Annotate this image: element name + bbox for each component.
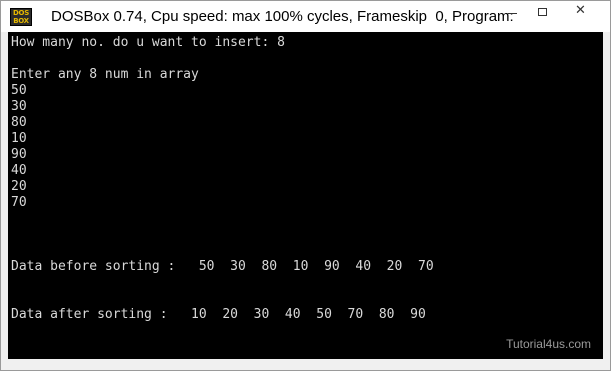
title-bar[interactable]: DOS BOX DOSBox 0.74, Cpu speed: max 100%…: [1, 1, 610, 32]
console-line-before-sorting: Data before sorting : 50 30 80 10 90 40 …: [11, 259, 434, 274]
console-line-after-sorting: Data after sorting : 10 20 30 40 50 70 8…: [11, 307, 426, 322]
maximize-button[interactable]: [528, 1, 558, 22]
window-title: DOSBox 0.74, Cpu speed: max 100% cycles,…: [51, 8, 514, 25]
dosbox-app-icon[interactable]: DOS BOX: [10, 8, 32, 26]
app-icon-top-text: DOS: [13, 9, 29, 17]
console-line-input: 90: [11, 147, 27, 162]
console-line-enter-prompt: Enter any 8 num in array: [11, 67, 199, 82]
close-icon: ✕: [575, 3, 586, 18]
console-line-input: 80: [11, 115, 27, 130]
console-line-input: 40: [11, 163, 27, 178]
maximize-icon: [538, 8, 547, 16]
console-line-input: 70: [11, 195, 27, 210]
watermark-text: Tutorial4us.com: [506, 337, 591, 351]
close-button[interactable]: ✕: [558, 1, 603, 22]
dosbox-window: DOS BOX DOSBox 0.74, Cpu speed: max 100%…: [0, 0, 611, 371]
console-line-prompt-count: How many no. do u want to insert: 8: [11, 35, 285, 50]
minimize-icon: [508, 13, 517, 14]
console-line-input: 30: [11, 99, 27, 114]
console-line-input: 10: [11, 131, 27, 146]
console-line-input: 50: [11, 83, 27, 98]
app-icon-bottom-text: BOX: [13, 17, 29, 25]
console-line-input: 20: [11, 179, 27, 194]
minimize-button[interactable]: [498, 1, 528, 22]
dos-console-screen[interactable]: How many no. do u want to insert: 8 Ente…: [8, 32, 603, 359]
